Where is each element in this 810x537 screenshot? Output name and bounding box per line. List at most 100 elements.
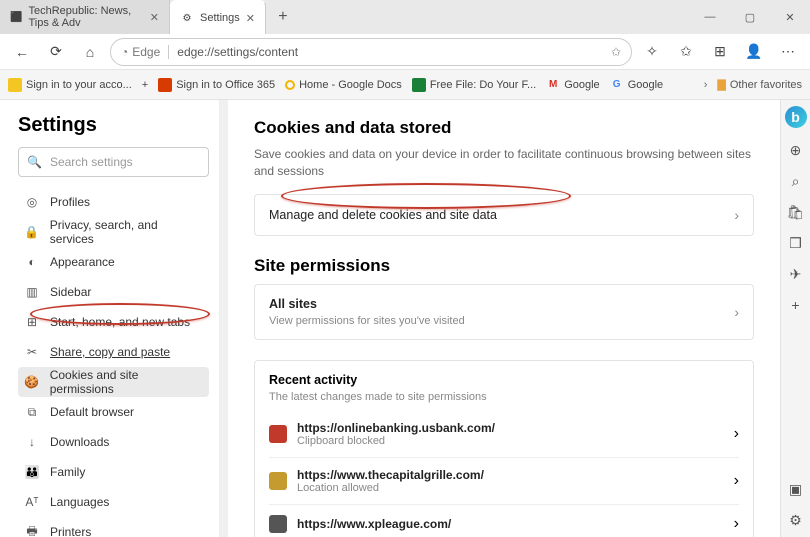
site-row[interactable]: https://onlinebanking.usbank.com/Clipboa… [269,411,739,457]
bookmark-item[interactable]: + [142,79,148,91]
sidebar-item-cookies-and-site-permissions[interactable]: 🍪Cookies and site permissions [18,367,209,397]
site-row[interactable]: https://www.xpleague.com/› [269,504,739,537]
back-button[interactable]: ← [8,38,36,66]
title-bar: ⬛ TechRepublic: News, Tips & Adv ✕ ⚙ Set… [0,0,810,34]
all-sites-sub: View permissions for sites you've visite… [269,315,465,327]
bookmark-label: Home - Google Docs [299,79,402,91]
bookmark-item[interactable]: Home - Google Docs [285,79,402,91]
scrollbar[interactable] [220,100,228,537]
sidebar-item-downloads[interactable]: ↓Downloads [18,427,209,457]
maximize-button[interactable]: ▢ [730,0,770,34]
settings-main: Cookies and data stored Save cookies and… [228,100,780,537]
sidebar-item-printers[interactable]: 🖶Printers [18,517,209,537]
nav-icon: ✂ [24,345,40,359]
bookmarks-overflow-button[interactable]: › [704,79,708,91]
bing-icon[interactable]: b [785,106,807,128]
favicon [285,80,295,90]
close-window-button[interactable]: ✕ [770,0,810,34]
favorites-button[interactable]: ✩ [672,38,700,66]
search-settings-input[interactable]: 🔍 Search settings [18,147,209,177]
nav-label: Start, home, and new tabs [50,315,190,329]
edge-icon: ◔ [121,45,128,59]
refresh-button[interactable]: ⟳ [42,38,70,66]
site-row[interactable]: https://www.thecapitalgrille.com/Locatio… [269,457,739,504]
content-area: Settings 🔍 Search settings ◎Profiles🔒Pri… [0,100,810,537]
sidebar-item-default-browser[interactable]: ⧉Default browser [18,397,209,427]
folder-icon: ▇ [717,78,725,91]
favicon [158,78,172,92]
nav-icon: Aᵀ [24,495,40,509]
site-permissions-heading: Site permissions [254,256,754,276]
nav-label: Privacy, search, and services [50,218,203,246]
zoom-icon[interactable]: ⊕ [790,142,802,159]
sidebar-item-start-home-and-new-tabs[interactable]: ⊞Start, home, and new tabs [18,307,209,337]
close-icon[interactable]: ✕ [150,11,159,24]
nav-label: Appearance [50,255,115,269]
extensions-button[interactable]: ✧ [638,38,666,66]
search-icon[interactable]: ⌕ [792,173,800,190]
nav-label: Sidebar [50,285,91,299]
close-icon[interactable]: ✕ [246,12,255,25]
sidebar-toggle-icon[interactable]: ▣ [789,481,802,498]
nav-icon: ⧉ [24,405,40,420]
tab-settings[interactable]: ⚙ Settings ✕ [170,0,266,34]
tab-label: TechRepublic: News, Tips & Adv [28,5,143,29]
manage-cookies-card[interactable]: Manage and delete cookies and site data … [254,194,754,236]
sidebar-item-appearance[interactable]: ◐Appearance [18,247,209,277]
sidebar-item-family[interactable]: 👪Family [18,457,209,487]
bookmark-label: Sign in to your acco... [26,79,132,91]
bookmark-item[interactable]: Sign in to your acco... [8,78,132,92]
tab-favicon: ⬛ [10,10,22,24]
favicon: G [610,78,624,92]
other-favorites-button[interactable]: ▇ Other favorites [717,78,802,91]
search-placeholder: Search settings [50,155,133,169]
profile-button[interactable]: 👤 [740,38,768,66]
site-url: https://onlinebanking.usbank.com/ [297,421,495,435]
other-favorites-label: Other favorites [730,79,802,91]
add-icon[interactable]: + [791,297,799,313]
sidebar-item-privacy-search-and-services[interactable]: 🔒Privacy, search, and services [18,217,209,247]
nav-icon: ↓ [24,435,40,449]
sidebar-item-sidebar[interactable]: ▥ Sidebar [18,277,209,307]
favorite-star-icon[interactable]: ✩ [611,45,621,59]
nav-icon: 🍪 [24,375,40,389]
bookmark-label: Sign in to Office 365 [176,79,275,91]
site-favicon [269,425,287,443]
chevron-right-icon: › [734,207,739,223]
nav-icon: 🖶 [24,522,40,537]
nav-icon: ▥ [24,285,40,299]
send-icon[interactable]: ✈ [790,266,802,283]
more-button[interactable]: ⋯ [774,38,802,66]
minimize-button[interactable]: — [690,0,730,34]
tab-techrepublic[interactable]: ⬛ TechRepublic: News, Tips & Adv ✕ [0,0,170,34]
sidebar-item-share-copy-and-paste[interactable]: ✂Share, copy and paste [18,337,209,367]
bookmark-label: Google [628,79,663,91]
favicon: M [546,78,560,92]
tab-label: Settings [200,12,240,24]
nav-label: Languages [50,495,109,509]
bookmark-item[interactable]: G Google [610,78,663,92]
settings-gear-icon[interactable]: ⚙ [789,512,802,529]
all-sites-card[interactable]: All sites View permissions for sites you… [254,284,754,340]
sidebar-item-languages[interactable]: Aᵀ Languages [18,487,209,517]
sidebar-item-profiles[interactable]: ◎ Profiles [18,187,209,217]
home-button[interactable]: ⌂ [76,38,104,66]
toolbar: ← ⟳ ⌂ ◔ Edge edge://settings/content ✩ ✧… [0,34,810,70]
bookmark-item[interactable]: Free File: Do Your F... [412,78,536,92]
cube-icon[interactable]: ❒ [789,235,802,252]
shopping-icon[interactable]: 🛍 [787,204,805,221]
address-bar[interactable]: ◔ Edge edge://settings/content ✩ [110,38,632,66]
window-controls: — ▢ ✕ [690,0,810,34]
bookmark-item[interactable]: Sign in to Office 365 [158,78,275,92]
new-tab-button[interactable]: + [266,0,300,34]
bookmark-item[interactable]: MGoogle [546,78,599,92]
url-text: edge://settings/content [177,45,298,59]
manage-cookies-label: Manage and delete cookies and site data [269,208,497,222]
all-sites-label: All sites [269,297,465,311]
site-sub: Location allowed [297,482,484,494]
collections-button[interactable]: ⊞ [706,38,734,66]
gear-icon: ⚙ [180,11,194,25]
site-favicon [269,515,287,533]
nav-icon: ◎ [24,195,40,209]
nav-label: Profiles [50,195,90,209]
